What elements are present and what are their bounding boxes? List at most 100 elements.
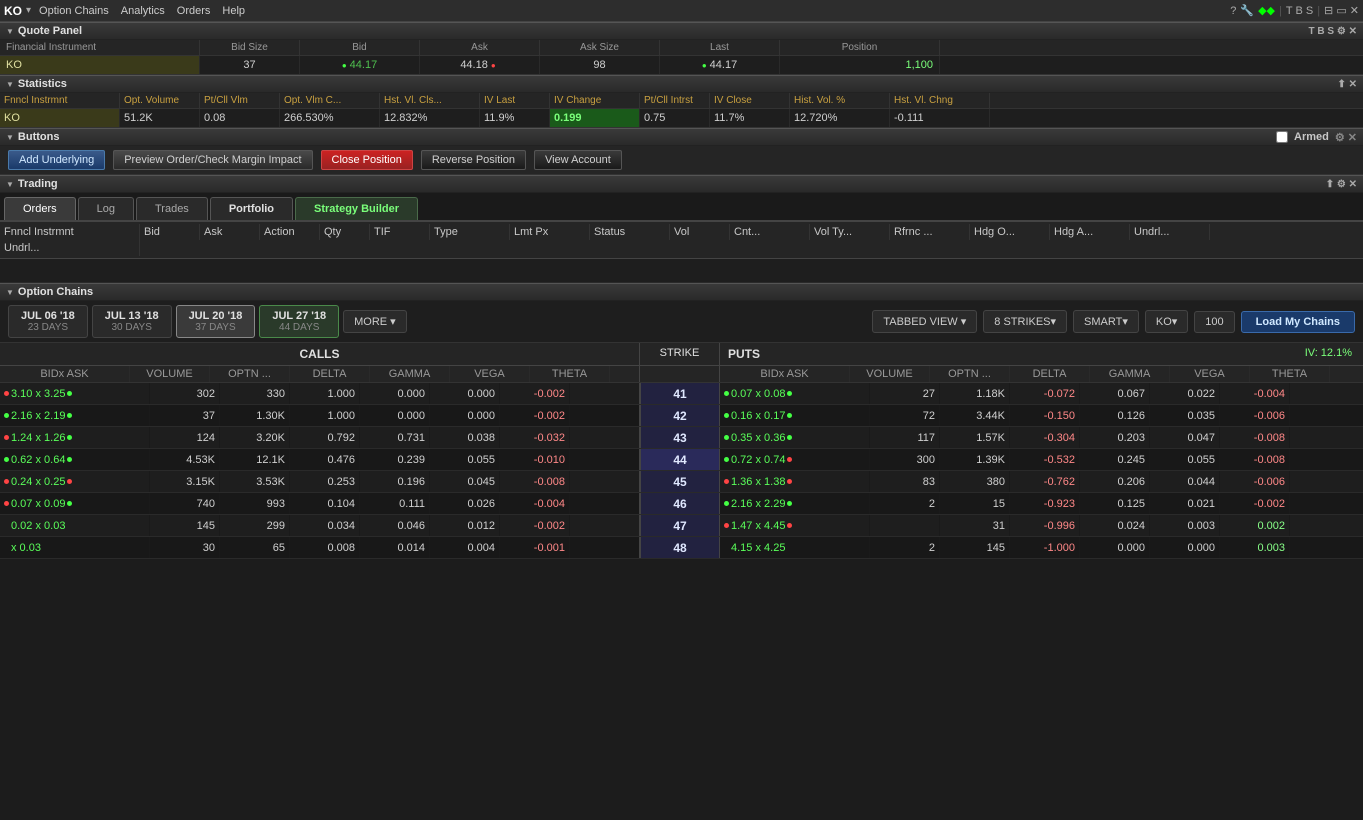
put-col-gamma: GAMMA <box>1090 366 1170 382</box>
table-row[interactable]: 0.62 x 0.64 4.53K 12.1K 0.476 0.239 0.05… <box>0 449 1363 471</box>
trading-col-status: Status <box>590 224 670 240</box>
quote-position: 1,100 <box>780 56 940 74</box>
ask-dot: ● <box>491 61 496 70</box>
trading-right-icons: ⬆ ⚙ ✕ <box>1326 179 1357 190</box>
tab-log[interactable]: Log <box>78 197 134 220</box>
trading-col-bid: Bid <box>140 224 200 240</box>
table-row[interactable]: 0.07 x 0.09 740 993 0.104 0.111 0.026 -0… <box>0 493 1363 515</box>
tabbed-view-button[interactable]: TABBED VIEW ▾ <box>872 310 977 333</box>
buttons-section-header: Buttons Armed ⚙ ✕ <box>0 128 1363 146</box>
smart-button[interactable]: SMART▾ <box>1073 310 1139 333</box>
date-tab-2[interactable]: JUL 20 '18 37 DAYS <box>176 305 256 338</box>
table-row[interactable]: 0.24 x 0.25 3.15K 3.53K 0.253 0.196 0.04… <box>0 471 1363 493</box>
stats-col-instrument: Fnncl Instrmnt <box>0 93 120 108</box>
reverse-position-button[interactable]: Reverse Position <box>421 150 526 170</box>
table-row[interactable]: 2.16 x 2.19 37 1.30K 1.000 0.000 0.000 -… <box>0 405 1363 427</box>
chains-toolbar: JUL 06 '18 23 DAYS JUL 13 '18 30 DAYS JU… <box>0 301 1363 343</box>
menu-orders[interactable]: Orders <box>177 5 211 17</box>
trading-col-tif: TIF <box>370 224 430 240</box>
options-group-header: CALLS STRIKE PUTS IV: 12.1% <box>0 343 1363 366</box>
menu-dropdown-icon[interactable]: ▾ <box>26 5 31 16</box>
bid-dot: ● <box>342 61 347 70</box>
date-tab-1[interactable]: JUL 13 '18 30 DAYS <box>92 305 172 338</box>
option-chains-panel: Option Chains JUL 06 '18 23 DAYS JUL 13 … <box>0 283 1363 820</box>
table-row[interactable]: 3.10 x 3.25 302 330 1.000 0.000 0.000 -0… <box>0 383 1363 405</box>
trading-title: Trading <box>6 178 58 190</box>
iv-label: IV: 12.1% <box>1305 347 1352 361</box>
armed-checkbox[interactable] <box>1276 131 1288 143</box>
stats-ptcll: 0.08 <box>200 109 280 127</box>
menu-analytics[interactable]: Analytics <box>121 5 165 17</box>
more-dates-button[interactable]: MORE ▾ <box>343 310 407 333</box>
trading-controls: ⬆ ⚙ ✕ <box>1326 179 1357 190</box>
trading-col-hdg-o: Hdg O... <box>970 224 1050 240</box>
trading-col-type: Type <box>430 224 510 240</box>
stats-col-opt-vlm-c: Opt. Vlm C... <box>280 93 380 108</box>
stats-col-ptcll: Pt/Cll Vlm <box>200 93 280 108</box>
call-col-theta: THETA <box>530 366 610 382</box>
view-account-button[interactable]: View Account <box>534 150 622 170</box>
menu-option-chains[interactable]: Option Chains <box>39 5 109 17</box>
close-position-button[interactable]: Close Position <box>321 150 413 170</box>
quote-last: ● 44.17 <box>660 56 780 74</box>
stats-opt-vlm-c: 266.530% <box>280 109 380 127</box>
option-chains-header: Option Chains <box>0 283 1363 301</box>
date-tab-3[interactable]: JUL 27 '18 44 DAYS <box>259 305 339 338</box>
call-col-gamma: GAMMA <box>370 366 450 382</box>
calls-header: CALLS <box>0 343 640 365</box>
stats-columns-header: Fnncl Instrmnt Opt. Volume Pt/Cll Vlm Op… <box>0 93 1363 109</box>
load-chains-button[interactable]: Load My Chains <box>1241 311 1355 333</box>
table-row[interactable]: 1.24 x 1.26 124 3.20K 0.792 0.731 0.038 … <box>0 427 1363 449</box>
call-col-vega: VEGA <box>450 366 530 382</box>
help-icon[interactable]: ? <box>1230 5 1236 17</box>
stats-col-opt-volume: Opt. Volume <box>120 93 200 108</box>
stats-data-row: KO 51.2K 0.08 266.530% 12.832% 11.9% 0.1… <box>0 109 1363 128</box>
tab-trades[interactable]: Trades <box>136 197 208 220</box>
stats-hist-vol: 12.720% <box>790 109 890 127</box>
cols-header: BIDx ASK VOLUME OPTN ... DELTA GAMMA VEG… <box>0 366 1363 383</box>
puts-header: PUTS IV: 12.1% <box>720 343 1360 365</box>
trading-col-hdg-a: Hdg A... <box>1050 224 1130 240</box>
underlying-button[interactable]: KO▾ <box>1145 310 1188 333</box>
add-underlying-button[interactable]: Add Underlying <box>8 150 105 170</box>
trading-col-undrl2: Undrl... <box>0 240 140 256</box>
puts-cols-header: BIDx ASK VOLUME OPTN ... DELTA GAMMA VEG… <box>720 366 1360 382</box>
tab-strategy-builder[interactable]: Strategy Builder <box>295 197 418 220</box>
stats-instrument[interactable]: KO <box>0 109 120 127</box>
col-last: Last <box>660 40 780 55</box>
trading-panel: Trading ⬆ ⚙ ✕ Orders Log Trades Portfoli… <box>0 175 1363 283</box>
tools-icon[interactable]: 🔧 <box>1240 4 1254 17</box>
options-body: 3.10 x 3.25 302 330 1.000 0.000 0.000 -0… <box>0 383 1363 820</box>
call-col-bid-ask: BIDx ASK <box>0 366 130 382</box>
strike-col-h <box>640 366 720 382</box>
trading-table-header: Fnncl Instrmnt Bid Ask Action Qty TIF Ty… <box>0 222 1363 259</box>
put-col-bid-ask: BIDx ASK <box>720 366 850 382</box>
table-row[interactable]: x 0.03 30 65 0.008 0.014 0.004 -0.001 48… <box>0 537 1363 559</box>
stats-ptcll-intrst: 0.75 <box>640 109 710 127</box>
stats-iv-last: 11.9% <box>480 109 550 127</box>
call-col-volume: VOLUME <box>130 366 210 382</box>
quote-instrument: KO <box>0 56 200 74</box>
col-bid: Bid <box>300 40 420 55</box>
quote-columns-header: Financial Instrument Bid Size Bid Ask As… <box>0 40 1363 56</box>
strikes-button[interactable]: 8 STRIKES▾ <box>983 310 1067 333</box>
multiplier-button[interactable]: 100 <box>1194 311 1234 333</box>
trading-col-rfrnc: Rfrnc ... <box>890 224 970 240</box>
call-col-delta: DELTA <box>290 366 370 382</box>
put-col-volume: VOLUME <box>850 366 930 382</box>
stats-col-iv-change: IV Change <box>550 93 640 108</box>
trading-col-instrument: Fnncl Instrmnt <box>0 224 140 240</box>
col-bid-size: Bid Size <box>200 40 300 55</box>
trading-col-cnt: Cnt... <box>730 224 810 240</box>
trading-col-qty: Qty <box>320 224 370 240</box>
menu-help[interactable]: Help <box>222 5 245 17</box>
trading-col-vol-ty: Vol Ty... <box>810 224 890 240</box>
preview-order-button[interactable]: Preview Order/Check Margin Impact <box>113 150 312 170</box>
tab-portfolio[interactable]: Portfolio <box>210 197 293 220</box>
title-bar: KO ▾ Option Chains Analytics Orders Help… <box>0 0 1363 22</box>
tbs-label: T B S <box>1286 5 1313 17</box>
date-tab-0[interactable]: JUL 06 '18 23 DAYS <box>8 305 88 338</box>
quote-panel: Quote Panel T B S ⚙ ✕ Financial Instrume… <box>0 22 1363 75</box>
tab-orders[interactable]: Orders <box>4 197 76 220</box>
table-row[interactable]: 0.02 x 0.03 145 299 0.034 0.046 0.012 -0… <box>0 515 1363 537</box>
